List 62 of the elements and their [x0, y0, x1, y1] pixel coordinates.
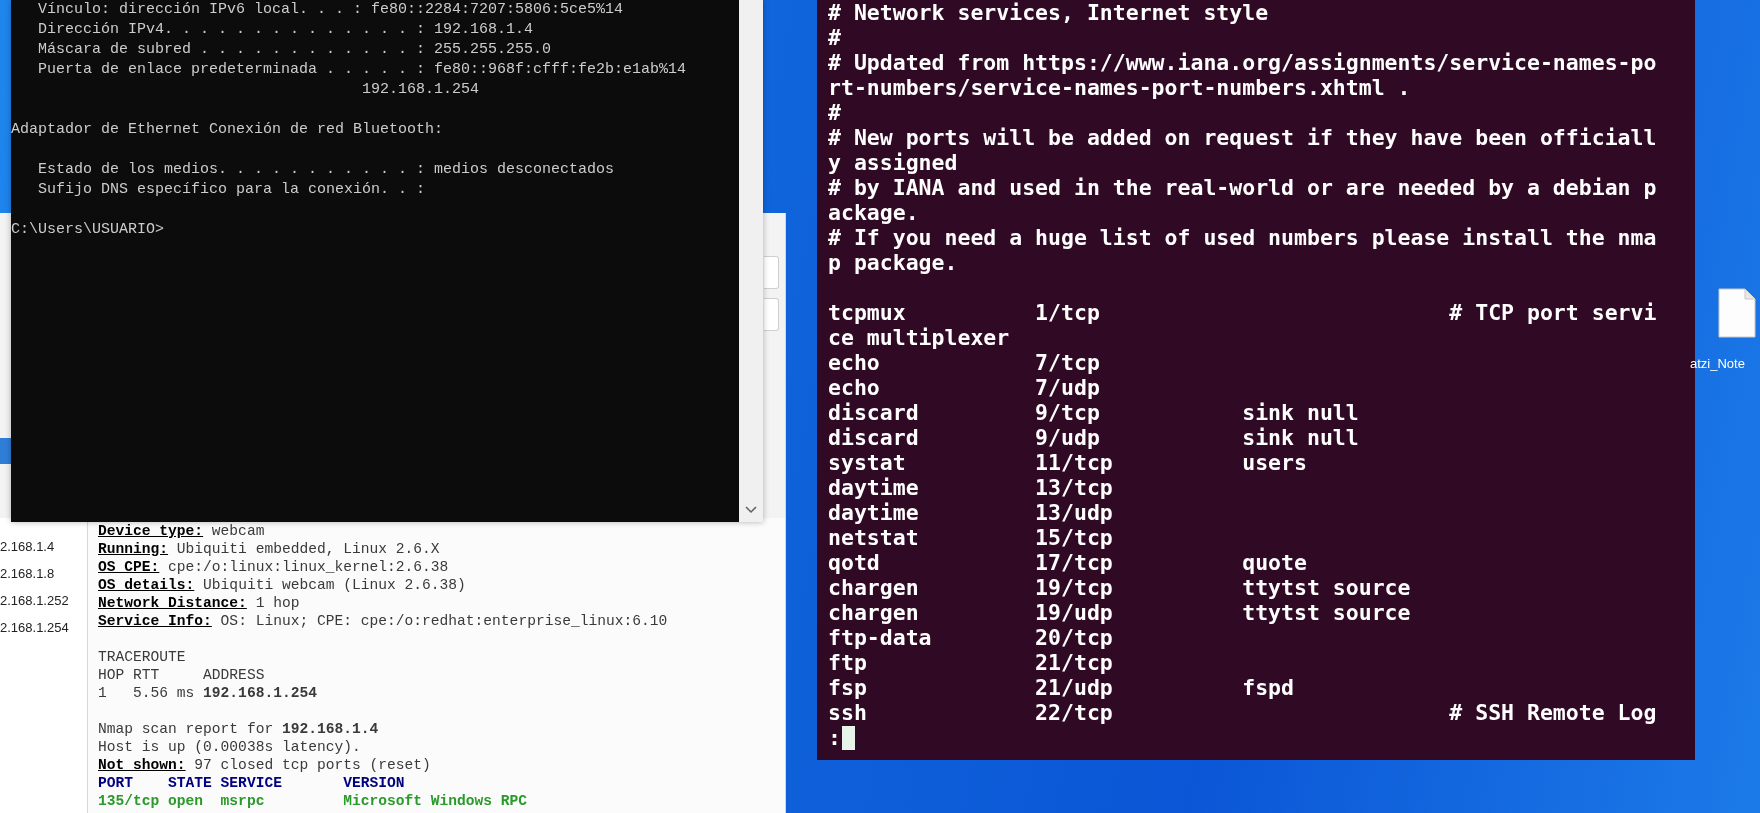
terminal-line: ssh 22/tcp # SSH Remote Log	[828, 700, 1657, 725]
console-line: Máscara de subred . . . . . . . . . . . . : 255.255.255.0	[37, 40, 552, 60]
terminal-line: netstat 15/tcp	[828, 525, 1113, 550]
terminal-line: # by IANA and used in the real-world or are needed by a debian p	[828, 175, 1657, 200]
terminal-line: y assigned	[828, 150, 958, 175]
output-line: Network Distance: 1 hop	[98, 594, 300, 612]
terminal-line: systat 11/tcp users	[828, 450, 1307, 475]
console-line: C:\Users\USUARIO>	[11, 220, 165, 240]
terminal-line: # If you need a huge list of used numbers please install the nma	[828, 225, 1657, 250]
output-line: Not shown: 97 closed tcp ports (reset)	[98, 756, 431, 774]
host-item[interactable]: 2.168.1.8	[0, 560, 87, 587]
console-line: Sufijo DNS específico para la conexión. . :	[37, 180, 426, 200]
host-item[interactable]: 2.168.1.254	[0, 614, 87, 641]
terminal-line: ce multiplexer	[828, 325, 1010, 350]
terminal-line: ftp 21/tcp	[828, 650, 1113, 675]
console-line: Adaptador de Ethernet Conexión de red Bluetooth:	[11, 120, 444, 140]
document-icon[interactable]	[1718, 288, 1756, 338]
output-line: OS CPE: cpe:/o:linux:linux_kernel:2.6.38	[98, 558, 449, 576]
host-item[interactable]: 2.168.1.4	[0, 533, 87, 560]
console-line: Estado de los medios. . . . . . . . . . . : medios desconectados	[37, 160, 615, 180]
output-line: TRACEROUTE	[98, 648, 186, 666]
terminal-line: fsp 21/udp fspd	[828, 675, 1294, 700]
port-row: 135/tcp open msrpc Microsoft Windows RPC	[98, 792, 528, 810]
terminal-line: # New ports will be added on request if they have been officiall	[828, 125, 1657, 150]
terminal-line: qotd 17/tcp quote	[828, 550, 1307, 575]
terminal-line: chargen 19/tcp ttytst source	[828, 575, 1411, 600]
console-line: Vínculo: dirección IPv6 local. . . : fe80::2284:7207:5806:5ce5%14	[37, 0, 624, 20]
output-line: Host is up (0.00038s latency).	[98, 738, 361, 756]
scrollbar[interactable]	[739, 0, 763, 522]
terminal-line: discard 9/udp sink null	[828, 425, 1359, 450]
output-line: Running: Ubiquiti embedded, Linux 2.6.X	[98, 540, 440, 558]
input-field[interactable]	[764, 256, 779, 289]
terminal-line: # Network services, Internet style	[828, 0, 1269, 25]
text-cursor	[841, 725, 855, 750]
terminal-line: rt-numbers/service-names-port-numbers.xhtml .	[828, 75, 1411, 100]
input-field[interactable]	[764, 298, 779, 331]
output-line: Service Info: OS: Linux; CPE: cpe:/o:redhat:enterprise_linux:6.10	[98, 612, 668, 630]
output-line: OS details: Ubiquiti webcam (Linux 2.6.38)	[98, 576, 466, 594]
terminal-line: p package.	[828, 250, 958, 275]
terminal-line: discard 9/tcp sink null	[828, 400, 1359, 425]
host-item[interactable]: 2.168.1.252	[0, 587, 87, 614]
terminal-line: chargen 19/udp ttytst source	[828, 600, 1411, 625]
output-line: Nmap scan report for 192.168.1.4	[98, 720, 379, 738]
console-line: Dirección IPv4. . . . . . . . . . . . . . : 192.168.1.4	[37, 20, 534, 40]
terminal-line: ackage.	[828, 200, 919, 225]
output-line: 1 5.56 ms 192.168.1.254	[98, 684, 317, 702]
console-line: Puerta de enlace predeterminada . . . . . : fe80::968f:cfff:fe2b:e1ab%14	[37, 60, 687, 80]
terminal-line: #	[828, 100, 841, 125]
terminal-line: # Updated from https://www.iana.org/assignments/service-names-po	[828, 50, 1657, 75]
console-line: 192.168.1.254	[361, 80, 480, 100]
table-header: PORT STATE SERVICE VERSION	[98, 774, 405, 792]
scroll-down-icon[interactable]	[745, 506, 757, 514]
output-line: Device type: webcam	[98, 522, 265, 540]
terminal-line: echo 7/udp	[828, 375, 1100, 400]
terminal-line: #	[828, 25, 841, 50]
terminal-line: tcpmux 1/tcp # TCP port servi	[828, 300, 1657, 325]
terminal-line: daytime 13/tcp	[828, 475, 1113, 500]
terminal-line: ftp-data 20/tcp	[828, 625, 1113, 650]
terminal-prompt: :	[828, 725, 841, 750]
output-line: HOP RTT ADDRESS	[98, 666, 265, 684]
terminal-line: echo 7/tcp	[828, 350, 1100, 375]
terminal-line: daytime 13/udp	[828, 500, 1113, 525]
